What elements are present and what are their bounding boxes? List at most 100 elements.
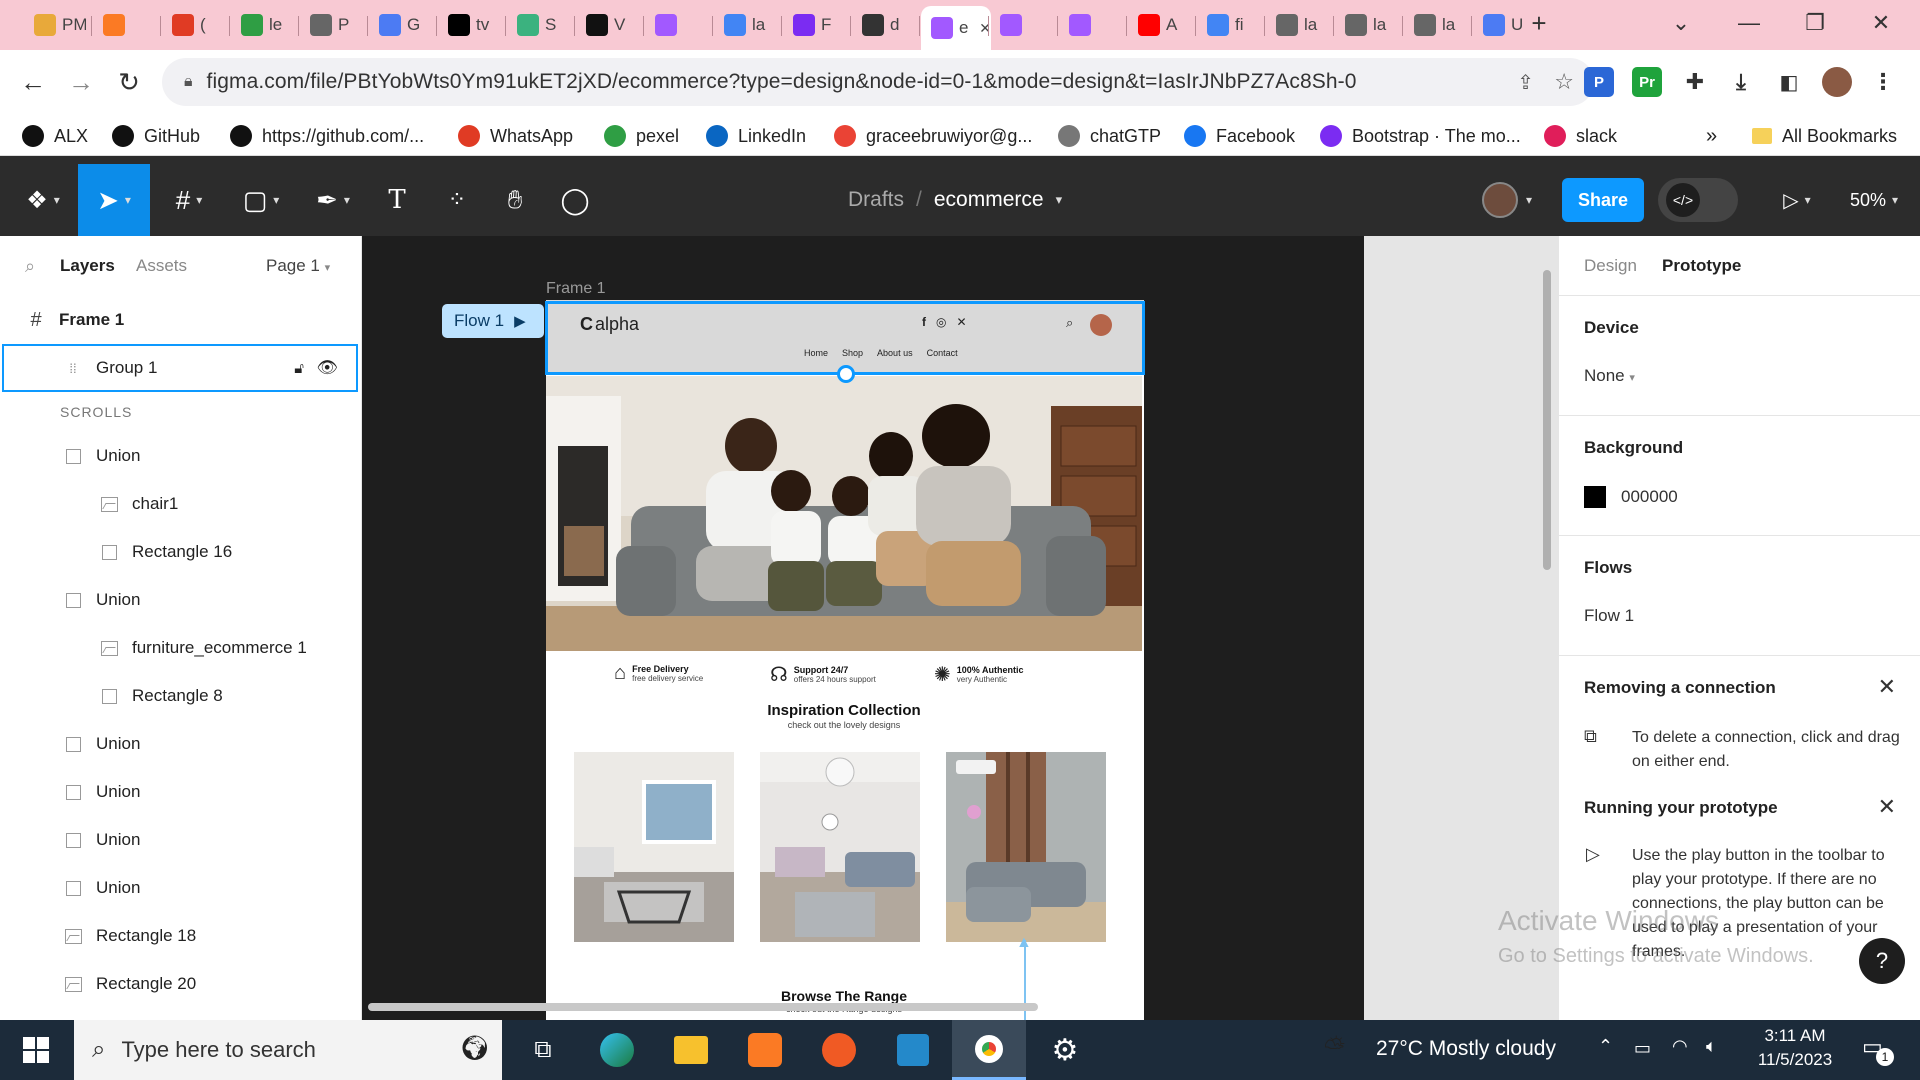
task-view-button[interactable]: ⧉ [506,1020,580,1080]
layer-row[interactable]: furniture_ecommerce 1 [0,624,360,672]
bookmark-item[interactable]: pexel [604,122,679,150]
clock[interactable]: 3:11 AM 11/5/2023 [1740,1026,1850,1070]
canvas-background-area[interactable] [1364,236,1558,1020]
layer-row[interactable]: Rectangle 16 [0,528,360,576]
restore-icon[interactable]: ❐ [1782,0,1848,46]
layer-row[interactable]: Union [0,720,360,768]
weather-text[interactable]: 27°C Mostly cloudy [1376,1037,1556,1061]
zoom-menu[interactable]: 50% ▾ [1834,164,1914,236]
vertical-scrollbar[interactable] [1543,270,1551,570]
frame-tool-button[interactable]: # ▾ [156,164,222,236]
address-bar[interactable]: 🔒︎ figma.com/file/PBtYobWts0Ym91ukET2jXD… [162,58,1594,106]
extension-pr-icon[interactable]: Pr [1632,67,1662,97]
bookmark-star-icon[interactable]: ☆ [1554,69,1574,95]
browser-tab[interactable]: la [1335,8,1401,42]
app-orange[interactable] [802,1020,876,1080]
file-explorer-app[interactable] [654,1020,728,1080]
browser-tab[interactable]: le [231,8,297,42]
browser-tab[interactable]: F [783,8,849,42]
close-icon[interactable]: ✕ [1878,674,1896,700]
layer-row[interactable]: Rectangle 8 [0,672,360,720]
browser-tab[interactable] [1059,8,1125,42]
browser-tab[interactable] [93,8,159,42]
tab-layers[interactable]: Layers [60,256,115,276]
bookmark-item[interactable]: WhatsApp [458,122,573,150]
help-button[interactable]: ? [1859,938,1905,984]
forward-button[interactable]: → [62,63,100,101]
tab-prototype[interactable]: Prototype [1662,256,1741,276]
layer-row[interactable]: Union [0,576,360,624]
layer-row[interactable]: chair1 [0,480,360,528]
browser-tab[interactable]: P [300,8,366,42]
eye-visibility-icon[interactable]: 👁︎ [316,358,338,378]
volume-icon[interactable]: 🔈︎ [1706,1036,1717,1057]
layer-frame-1[interactable]: # Frame 1 [0,296,360,344]
all-bookmarks-button[interactable]: All Bookmarks [1752,122,1897,150]
tab-search-icon[interactable]: ⌄ [1648,0,1714,46]
bookmark-item[interactable]: Facebook [1184,122,1295,150]
downloads-icon[interactable]: ⤓ [1726,67,1756,97]
browser-tab[interactable]: PMA [24,8,90,42]
shape-tool-button[interactable]: ▢ ▾ [228,164,294,236]
text-tool-button[interactable]: T [372,164,422,236]
pen-tool-button[interactable]: ✒ ▾ [300,164,366,236]
weather-cloud-icon[interactable]: ⛅︎ [1324,1032,1345,1064]
wifi-icon[interactable]: ◠ [1672,1036,1688,1057]
browser-tab[interactable] [990,8,1056,42]
bookmark-item[interactable]: LinkedIn [706,122,806,150]
close-icon[interactable]: ✕ [1878,794,1896,820]
profile-avatar[interactable] [1822,67,1852,97]
device-select[interactable]: None ▾ [1584,366,1635,386]
frame-1-design[interactable]: C alpha f ◎ ✕ ⌕ Home Shop About us Contact [546,300,1144,1020]
page-selector[interactable]: Page 1 ▾ [266,256,330,276]
background-color-swatch[interactable] [1584,486,1606,508]
layer-row[interactable]: Union [0,816,360,864]
bookmark-item[interactable]: Bootstrap · The mo... [1320,122,1521,150]
bookmark-item[interactable]: ALX [22,122,88,150]
menu-kebab-icon[interactable]: ⋮ [1868,67,1898,97]
settings-app[interactable]: ⚙ [1028,1020,1102,1080]
flow-item[interactable]: Flow 1 [1584,606,1634,626]
bookmark-item[interactable]: slack [1544,122,1617,150]
bookmark-item[interactable]: https://github.com/... [230,122,424,150]
chevron-down-icon[interactable]: ▾ [1056,192,1063,208]
browser-tab[interactable]: e ✕ [921,6,991,50]
minimize-icon[interactable]: — [1716,0,1782,46]
chrome-app[interactable] [952,1020,1026,1080]
figma-menu-button[interactable]: ❖ ▾ [8,164,78,236]
comment-tool-button[interactable]: ◯ [550,164,600,236]
tab-assets[interactable]: Assets [136,256,187,276]
present-button[interactable]: ▷ ▾ [1770,164,1824,236]
layer-row[interactable]: Union [0,864,360,912]
share-page-icon[interactable]: ⇪ [1517,70,1534,95]
bookmark-item[interactable]: chatGTP [1058,122,1161,150]
new-tab-button[interactable]: + [1516,0,1562,46]
close-icon[interactable]: ✕ [1848,0,1914,46]
bookmark-item[interactable]: GitHub [112,122,200,150]
battery-icon[interactable]: ▭ [1634,1038,1651,1059]
layer-row[interactable]: Union [0,432,360,480]
extension-p-icon[interactable]: P [1584,67,1614,97]
browser-tab[interactable]: la [1266,8,1332,42]
background-hex-input[interactable]: 000000 [1621,487,1678,507]
reload-button[interactable]: ↻ [110,63,148,101]
breadcrumb-drafts[interactable]: Drafts [848,188,904,212]
connection-handle[interactable] [837,365,855,383]
taskbar-search-box[interactable]: ⌕ Type here to search 🌍︎ [74,1020,502,1080]
layer-row[interactable]: Union [0,768,360,816]
flow-starting-point[interactable]: Flow 1 ▶︎ [442,304,544,338]
share-button[interactable]: Share [1562,178,1644,222]
layer-row[interactable]: ⁞⁞ Group 1 🔓︎ 👁︎ [2,344,358,392]
extensions-puzzle-icon[interactable]: ✚ [1680,67,1710,97]
back-button[interactable]: ← [14,63,52,101]
file-name[interactable]: ecommerce [934,188,1044,212]
browser-tab[interactable]: la [714,8,780,42]
dev-mode-toggle[interactable]: </> [1658,178,1738,222]
start-button[interactable] [0,1020,72,1080]
hand-tool-button[interactable]: ✋︎ [490,164,540,236]
browser-tab[interactable]: V [576,8,642,42]
frame-title-label[interactable]: Frame 1 [546,280,606,298]
move-tool-button[interactable]: ➤ ▾ [78,164,150,236]
browser-tab[interactable]: la [1404,8,1470,42]
browser-tab[interactable]: d [852,8,918,42]
